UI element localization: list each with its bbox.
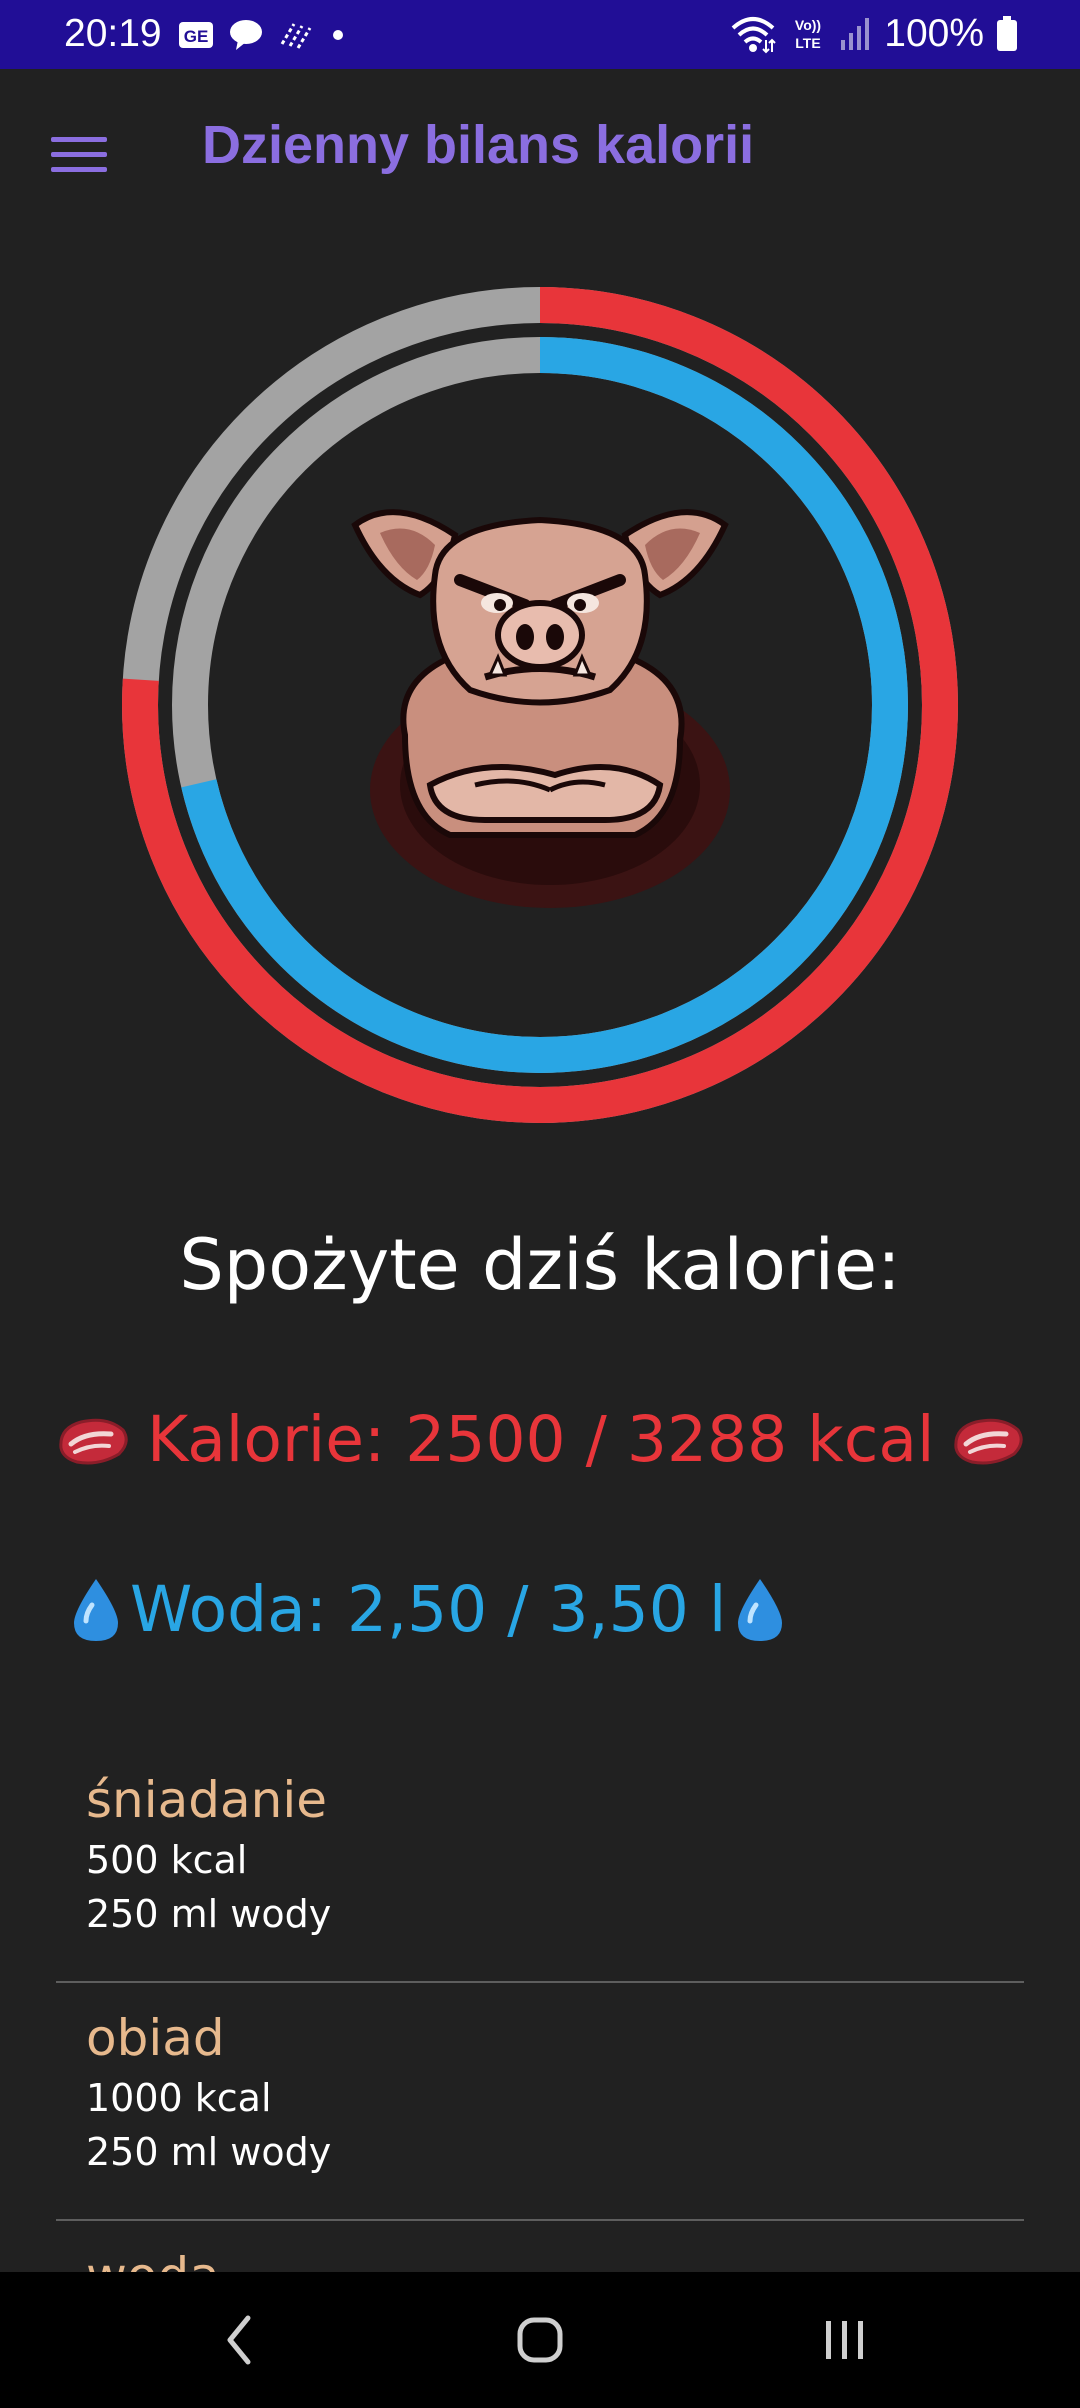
- angry-pig-mascot: [351, 509, 730, 908]
- menu-button[interactable]: [44, 125, 114, 185]
- back-button[interactable]: [180, 2300, 300, 2380]
- screen: 20:19 GE Vo)) LTE 100% Dzienny bilans ka…: [0, 0, 1080, 2408]
- navigation-bar: [0, 2272, 1080, 2408]
- meal-item[interactable]: obiad 1000 kcal 250 ml wody: [56, 1983, 1024, 2221]
- volte-bottom-label: LTE: [796, 35, 821, 51]
- meal-kcal: 1000 kcal: [86, 2076, 272, 2120]
- status-icons-left: GE: [178, 17, 348, 53]
- meal-kcal: 500 kcal: [86, 1838, 248, 1882]
- chat-bubble-icon: [230, 20, 262, 50]
- ge-label: GE: [184, 27, 209, 46]
- calories-summary: Kalorie: 2500 / 3288 kcal: [55, 1400, 1026, 1480]
- ge-notification-icon: GE: [179, 22, 213, 48]
- dot-icon: [333, 30, 343, 40]
- recents-button[interactable]: [785, 2300, 905, 2380]
- data-saver-icon: [280, 23, 312, 49]
- water-summary: Woda: 2,50 / 3,50 l: [68, 1570, 788, 1650]
- meal-item[interactable]: śniadanie 500 kcal 250 ml wody: [56, 1745, 1024, 1983]
- water-text: Woda: 2,50 / 3,50 l: [130, 1573, 727, 1646]
- meal-water: 250 ml wody: [86, 2130, 332, 2174]
- meal-name: śniadanie: [86, 1771, 327, 1829]
- status-bar: 20:19 GE Vo)) LTE 100%: [0, 0, 1080, 69]
- app-title: Dzienny bilans kalorii: [202, 115, 755, 175]
- calories-text: Kalorie: 2500 / 3288 kcal: [147, 1403, 935, 1476]
- hamburger-menu-icon: [51, 137, 107, 172]
- back-icon: [227, 2315, 251, 2365]
- battery-icon: [997, 16, 1017, 51]
- battery-percentage: 100%: [884, 12, 984, 55]
- app-bar: Dzienny bilans kalorii: [0, 69, 1080, 231]
- home-button[interactable]: [480, 2300, 600, 2380]
- meal-water: 250 ml wody: [86, 1892, 332, 1936]
- recents-icon: [826, 2321, 863, 2359]
- status-icons-right: Vo)) LTE 100%: [730, 10, 1018, 58]
- water-drop-emoji-icon: [738, 1579, 783, 1641]
- status-time: 20:19: [64, 12, 162, 55]
- summary-heading: Spożyte dziś kalorie:: [179, 1224, 901, 1306]
- volte-icon: Vo)) LTE: [795, 17, 821, 51]
- water-drop-emoji-icon: [74, 1579, 118, 1641]
- meal-name: obiad: [86, 2009, 225, 2067]
- volte-top-label: Vo)): [795, 17, 821, 33]
- home-icon: [517, 2317, 563, 2363]
- meat-emoji-icon: [59, 1418, 128, 1465]
- meat-emoji-icon: [954, 1418, 1024, 1465]
- wifi-icon: [731, 17, 776, 54]
- signal-icon: [841, 18, 870, 50]
